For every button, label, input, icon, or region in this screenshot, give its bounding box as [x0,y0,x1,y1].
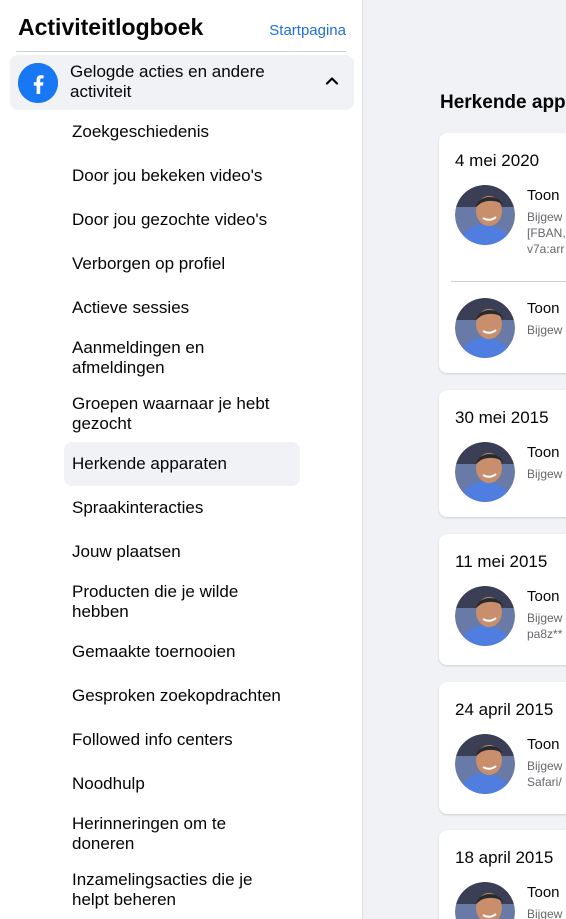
sidebar-item[interactable]: Jouw plaatsen [64,532,300,572]
entry-name: Toon [527,588,560,605]
logged-actions-group[interactable]: Gelogde acties en andere activiteit [10,55,354,110]
sidebar-item-label: Gemaakte toernooien [72,642,236,661]
sidebar-item-label: Door jou bekeken video's [72,166,263,185]
sidebar-item-label: Herinneringen om te doneren [72,814,227,853]
entry-detail: Bijgew pa8z** [527,611,563,641]
sidebar-item-label: Actieve sessies [72,298,190,317]
main-content: Herkende app 4 mei 2020 Toon Bijgew [FBAN,… [363,0,566,919]
sidebar-item-label: Door jou gezochte video's [72,210,268,229]
group-label: Gelogde acties en andere activiteit [70,62,265,101]
sidebar-item[interactable]: Groepen waarnaar je hebt gezocht [64,390,300,438]
sidebar-item-label: Groepen waarnaar je hebt gezocht [72,394,270,433]
device-card: 24 april 2015 Toon Bijgew Safari/ [439,682,566,814]
sidebar-item-label: Spraakinteracties [72,498,204,517]
sidebar-item[interactable]: Inzamelingsacties die je helpt beheren [64,866,300,914]
sidebar-item[interactable]: Herkende apparaten [64,442,300,486]
device-card: 4 mei 2020 Toon Bijgew [FBAN, v7a:arr Toon B… [439,133,566,373]
device-entry[interactable]: Toon Bijgew [439,882,566,919]
device-entry[interactable]: Toon Bijgew [439,442,566,522]
sidebar-item-label: Verborgen op profiel [72,254,226,273]
avatar [455,185,515,245]
sidebar-item-label: Followed info centers [72,730,233,749]
device-entry[interactable]: Toon Bijgew [439,298,566,378]
entry-detail: Bijgew [527,907,563,919]
home-link[interactable]: Startpagina [269,22,346,39]
device-entry[interactable]: Toon Bijgew Safari/ [439,734,566,814]
activity-log-sidebar: Activiteitlogboek Startpagina Gelogde ac… [0,0,363,919]
card-date: 18 april 2015 [455,848,554,867]
sidebar-item-label: Inzamelingsacties die je helpt beheren [72,870,253,909]
entry-name: Toon [527,736,560,753]
sidebar-item-label: Zoekgeschiedenis [72,122,210,141]
entry-name: Toon [527,444,560,461]
page-title: Activiteitlogboek [18,14,204,40]
avatar [455,882,515,919]
sidebar-item-label: Jouw plaatsen [72,542,181,561]
sidebar-item[interactable]: Gemaakte toernooien [64,632,300,672]
entry-name: Toon [527,884,560,901]
entry-name: Toon [527,300,560,317]
sidebar-header: Activiteitlogboek Startpagina [0,0,362,52]
sidebar-item[interactable]: Herinneringen om te doneren [64,810,300,858]
device-entry[interactable]: Toon Bijgew [FBAN, v7a:arr [439,185,566,265]
sidebar-item[interactable]: Door jou bekeken video's [64,156,300,196]
entry-detail: Bijgew [527,323,563,337]
card-date: 11 mei 2015 [455,552,548,571]
sidebar-item[interactable]: Zoekgeschiedenis [64,112,300,152]
entry-detail: Bijgew Safari/ [527,759,563,789]
entry-detail: Bijgew [527,467,563,481]
header-divider [16,51,346,52]
entry-name: Toon [527,187,560,204]
sidebar-item-label: Aanmeldingen en afmeldingen [72,338,205,377]
sidebar-item[interactable]: Aanmeldingen en afmeldingen [64,334,300,382]
entry-detail: Bijgew [FBAN, v7a:arr [527,210,566,256]
chevron-up-icon[interactable] [324,73,340,94]
card-date: 24 april 2015 [455,700,554,719]
sidebar-item-label: Gesproken zoekopdrachten [72,686,281,705]
avatar [455,298,515,358]
sidebar-item-label: Noodhulp [72,774,145,793]
sidebar-item[interactable]: Verborgen op profiel [64,244,300,284]
sidebar-item[interactable]: Actieve sessies [64,288,300,328]
sidebar-item[interactable]: Gesproken zoekopdrachten [64,676,300,716]
avatar [455,734,515,794]
avatar [455,442,515,502]
sidebar-item[interactable]: Followed info centers [64,720,300,760]
sidebar-item-label: Herkende apparaten [72,454,228,473]
device-entry[interactable]: Toon Bijgew pa8z** [439,586,566,666]
section-title: Herkende app [440,92,566,113]
avatar [455,586,515,646]
device-card: 18 april 2015 Toon Bijgew [439,830,566,919]
facebook-icon [18,63,58,103]
sidebar-item[interactable]: Producten die je wilde hebben [64,578,300,626]
sidebar-item[interactable]: Noodhulp [64,764,300,804]
sidebar-item[interactable]: Door jou gezochte video's [64,200,300,240]
sidebar-item[interactable]: Spraakinteracties [64,488,300,528]
sidebar-item-label: Producten die je wilde hebben [72,582,239,621]
device-card: 30 mei 2015 Toon Bijgew [439,390,566,517]
device-card: 11 mei 2015 Toon Bijgew pa8z** [439,534,566,665]
entry-divider [451,281,566,282]
card-date: 4 mei 2020 [455,151,540,170]
card-date: 30 mei 2015 [455,408,549,427]
